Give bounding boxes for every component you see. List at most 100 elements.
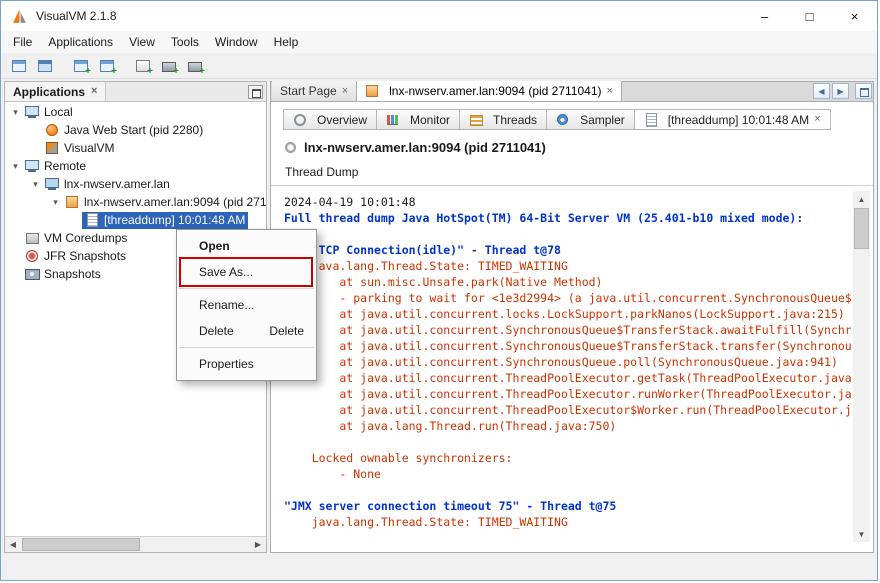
take-heap-dump-button[interactable] xyxy=(157,55,181,77)
take-heap-dump-icon xyxy=(161,58,177,74)
tree-item-label: Local xyxy=(44,105,73,119)
menu-window[interactable]: Window xyxy=(207,32,266,52)
view-tab-threads[interactable]: Threads xyxy=(459,109,547,130)
expander-open-icon[interactable]: ▾ xyxy=(49,197,62,208)
visualvm-logo-icon xyxy=(11,8,28,25)
toolbar xyxy=(1,53,877,79)
take-thread-dump-button[interactable] xyxy=(131,55,155,77)
tree-item-label: lnx-nwserv.amer.lan:9094 (pid 2711041) xyxy=(84,195,266,209)
expander-open-icon[interactable]: ▾ xyxy=(29,179,42,190)
close-panel-icon[interactable]: × xyxy=(91,86,97,97)
expander-open-icon[interactable]: ▾ xyxy=(9,161,22,172)
jfr-icon xyxy=(25,249,40,263)
tab-label: [threaddump] 10:01:48 AM xyxy=(668,113,809,127)
window-controls: – □ × xyxy=(742,1,877,31)
tree-item-java-web-start-pid-2280[interactable]: Java Web Start (pid 2280) xyxy=(5,121,266,139)
context-menu: Open Save As... Rename... Delete Delete Prope… xyxy=(176,229,317,381)
scroll-up-icon[interactable]: ▲ xyxy=(853,191,870,207)
view-tab-monitor[interactable]: Monitor xyxy=(376,109,460,130)
scroll-tabs-left-button[interactable]: ◀ xyxy=(813,83,830,99)
open-file-button[interactable] xyxy=(7,55,31,77)
save-button[interactable] xyxy=(33,55,57,77)
context-menu-item-rename[interactable]: Rename... xyxy=(177,292,316,318)
thread-dump-line: at java.util.concurrent.ThreadPoolExecut… xyxy=(284,370,851,386)
minimize-panel-button[interactable] xyxy=(248,85,263,99)
close-tab-icon[interactable]: × xyxy=(814,114,820,125)
computer-icon xyxy=(25,159,40,173)
tree-item-label: Remote xyxy=(44,159,86,173)
menubar: FileApplicationsViewToolsWindowHelp xyxy=(1,31,877,53)
add-jmx-connection-button[interactable] xyxy=(69,55,93,77)
maximize-view-button[interactable] xyxy=(855,83,872,99)
thread-dump-line: at java.util.concurrent.SynchronousQueue… xyxy=(284,338,851,354)
monitor-icon xyxy=(386,113,401,127)
view-tabs: Overview Monitor Threads Sampler [threaddump… xyxy=(283,109,830,130)
menu-view[interactable]: View xyxy=(121,32,163,52)
close-tab-icon[interactable]: × xyxy=(342,86,348,97)
tree-item-remote[interactable]: ▾ Remote xyxy=(5,157,266,175)
thread-dump-text[interactable]: 2024-04-19 10:01:48Full thread dump Java… xyxy=(271,194,851,544)
tab-label: Sampler xyxy=(580,113,625,127)
application-icon xyxy=(285,142,296,153)
view-tab-threaddump-10-01-48-am[interactable]: [threaddump] 10:01:48 AM × xyxy=(634,109,831,130)
view-tab-overview[interactable]: Overview xyxy=(283,109,377,130)
scrollbar-thumb[interactable] xyxy=(854,208,869,249)
tab-start-page[interactable]: Start Page × xyxy=(272,81,357,101)
context-menu-item-properties[interactable]: Properties xyxy=(177,351,316,377)
thread-dump-line: at java.util.concurrent.locks.LockSuppor… xyxy=(284,306,851,322)
menu-help[interactable]: Help xyxy=(266,32,307,52)
java-icon xyxy=(45,123,60,137)
expander-open-icon[interactable]: ▾ xyxy=(9,107,22,118)
tab-label: Overview xyxy=(317,113,367,127)
tab-label: Threads xyxy=(493,113,537,127)
menu-applications[interactable]: Applications xyxy=(40,32,121,52)
take-snapshot-button[interactable] xyxy=(183,55,207,77)
scroll-tabs-right-button[interactable]: ▶ xyxy=(832,83,849,99)
coredump-icon xyxy=(25,231,40,245)
thread-dump-line: Full thread dump Java HotSpot(TM) 64-Bit… xyxy=(284,210,851,226)
scrollbar-thumb[interactable] xyxy=(22,538,140,551)
tab-lnx-nwserv-amer-lan-9094-pid-2711041[interactable]: lnx-nwserv.amer.lan:9094 (pid 2711041)× xyxy=(357,81,622,101)
applications-panel-tab[interactable]: Applications × xyxy=(5,82,106,101)
thread-dump-line: at sun.misc.Unsafe.park(Native Method) xyxy=(284,274,851,290)
scroll-down-icon[interactable]: ▼ xyxy=(853,526,870,542)
sampler-icon xyxy=(556,113,571,127)
view-tab-sampler[interactable]: Sampler xyxy=(546,109,635,130)
computer-icon xyxy=(25,105,40,119)
menu-item-label: Save As... xyxy=(199,265,253,279)
tree-item-threaddump-10-01-48-am[interactable]: [threaddump] 10:01:48 AM xyxy=(5,211,266,229)
applications-panel-title: Applications xyxy=(13,85,85,99)
menu-item-label: Delete xyxy=(199,324,234,338)
document-tabs: Start Page×lnx-nwserv.amer.lan:9094 (pid… xyxy=(270,81,874,102)
tree-item-label: VisualVM xyxy=(64,141,114,155)
context-menu-item-open[interactable]: Open xyxy=(177,233,316,259)
threads-icon xyxy=(469,113,484,127)
menu-file[interactable]: File xyxy=(5,32,40,52)
thread-dump-line: "RMI TCP Connection(idle)" - Thread t@78 xyxy=(284,242,851,258)
close-button[interactable]: × xyxy=(832,1,877,31)
tree-item-lnx-nwserv-amer-lan-9094-pid-2711041[interactable]: ▾ lnx-nwserv.amer.lan:9094 (pid 2711041) xyxy=(5,193,266,211)
snapshot-icon xyxy=(25,267,40,281)
context-menu-item-delete[interactable]: Delete Delete xyxy=(177,318,316,344)
thread-dump-line: 2024-04-19 10:01:48 xyxy=(284,194,851,210)
dump-vertical-scrollbar[interactable]: ▲ ▼ xyxy=(853,191,870,542)
tree-item-local[interactable]: ▾ Local xyxy=(5,103,266,121)
menu-tools[interactable]: Tools xyxy=(163,32,207,52)
scroll-left-icon[interactable]: ◀ xyxy=(5,537,21,552)
overview-icon xyxy=(293,113,308,127)
threaddump-icon xyxy=(85,213,100,227)
tab-label: Start Page xyxy=(280,84,337,98)
thread-dump-line: at java.lang.Thread.run(Thread.java:750) xyxy=(284,418,851,434)
scroll-right-icon[interactable]: ▶ xyxy=(250,537,266,552)
context-menu-item-save-as[interactable]: Save As... xyxy=(177,259,316,285)
menu-item-accelerator: Delete xyxy=(269,324,304,338)
close-tab-icon[interactable]: × xyxy=(606,86,612,97)
applications-panel-header: Applications × xyxy=(5,82,266,102)
tree-item-lnx-nwserv-amer-lan[interactable]: ▾lnx-nwserv.amer.lan xyxy=(5,175,266,193)
maximize-button[interactable]: □ xyxy=(787,1,832,31)
sidebar-horizontal-scrollbar[interactable]: ◀ ▶ xyxy=(5,536,266,552)
add-remote-host-button[interactable] xyxy=(95,55,119,77)
tree-item-visualvm[interactable]: VisualVM xyxy=(5,139,266,157)
minimize-button[interactable]: – xyxy=(742,1,787,31)
app-icon xyxy=(65,195,80,209)
